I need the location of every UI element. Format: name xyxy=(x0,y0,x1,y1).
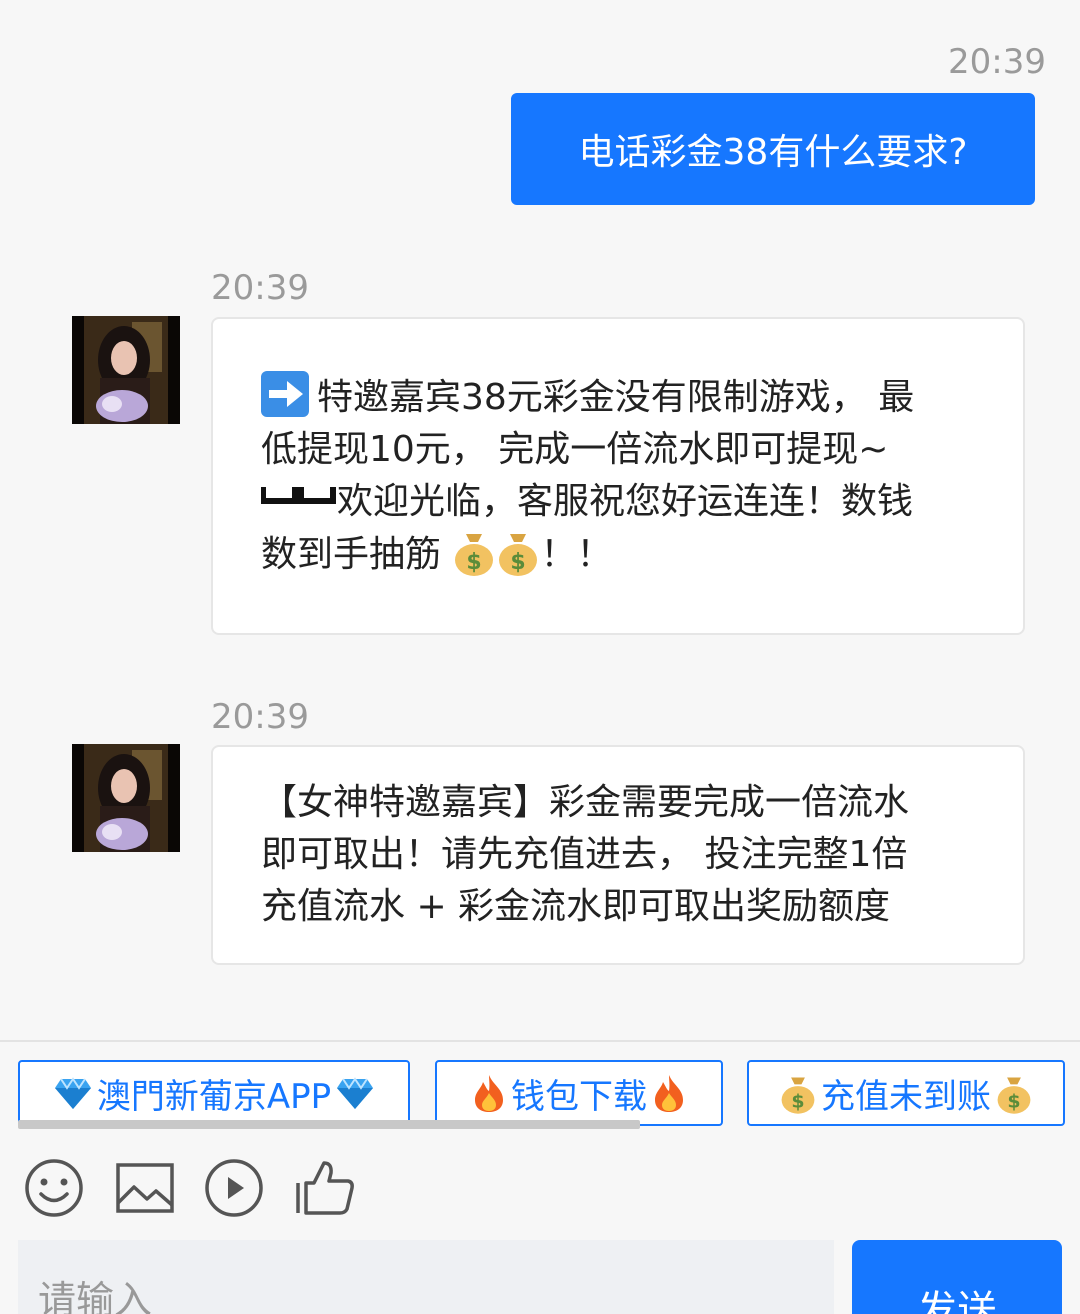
right-arrow-icon xyxy=(261,371,309,417)
quick-reply-label: 钱包下载 xyxy=(511,1076,647,1117)
image-icon[interactable] xyxy=(114,1157,176,1219)
continuation-icon xyxy=(261,487,336,504)
agent-avatar[interactable] xyxy=(72,744,180,852)
svg-text:$: $ xyxy=(1007,1091,1020,1113)
quick-reply-wallet-download[interactable]: 钱包下载 xyxy=(435,1060,723,1126)
divider xyxy=(0,1040,1080,1042)
svg-text:$: $ xyxy=(791,1091,804,1113)
fire-icon xyxy=(655,1075,683,1112)
fire-icon xyxy=(475,1075,503,1112)
message-time: 20:39 xyxy=(211,697,309,737)
send-button-label: 发送 xyxy=(917,1288,997,1314)
svg-text:$: $ xyxy=(467,550,482,575)
quick-reply-scrollbar[interactable] xyxy=(18,1120,640,1129)
thumbs-up-icon[interactable] xyxy=(294,1157,356,1219)
incoming-message-bubble[interactable]: 【女神特邀嘉宾】彩金需要完成一倍流水 即可取出！请先充值进去， 投注完整1倍 充… xyxy=(211,745,1025,965)
money-bag-icon: $ xyxy=(499,534,538,576)
message-text: 电话彩金38有什么要求? xyxy=(578,132,968,173)
money-bag-icon: $ xyxy=(455,534,494,576)
agent-avatar[interactable] xyxy=(72,316,180,424)
quick-reply-label: 澳門新葡京APP xyxy=(96,1076,332,1117)
message-text: 特邀嘉宾38元彩金没有限制游戏， 最 低提现10元， 完成一倍流水即可提现~ 欢… xyxy=(261,371,914,581)
quick-reply-label: 充值未到账 xyxy=(821,1076,991,1117)
money-bag-icon: $ xyxy=(781,1077,815,1114)
message-time: 20:39 xyxy=(211,268,309,308)
send-button[interactable]: 发送 xyxy=(852,1240,1062,1314)
gem-icon xyxy=(54,1077,91,1109)
svg-text:$: $ xyxy=(511,550,526,575)
message-text: 【女神特邀嘉宾】彩金需要完成一倍流水 即可取出！请先充值进去， 投注完整1倍 充… xyxy=(261,782,910,927)
emoji-icon[interactable] xyxy=(23,1157,85,1219)
quick-reply-macau-app[interactable]: 澳門新葡京APP xyxy=(18,1060,410,1126)
gem-icon xyxy=(337,1077,374,1109)
money-bag-icon: $ xyxy=(997,1077,1031,1114)
quick-reply-deposit-not-received[interactable]: $ 充值未到账 $ xyxy=(747,1060,1065,1126)
message-time: 20:39 xyxy=(948,42,1046,82)
outgoing-message-bubble[interactable]: 电话彩金38有什么要求? xyxy=(511,93,1035,205)
incoming-message-bubble[interactable]: 特邀嘉宾38元彩金没有限制游戏， 最 低提现10元， 完成一倍流水即可提现~ 欢… xyxy=(211,317,1025,635)
video-icon[interactable] xyxy=(203,1157,265,1219)
message-input[interactable] xyxy=(18,1240,834,1314)
chat-screen: 20:39 电话彩金38有什么要求? 20:39 特邀嘉宾38元彩金没有限制游戏… xyxy=(0,0,1080,1314)
